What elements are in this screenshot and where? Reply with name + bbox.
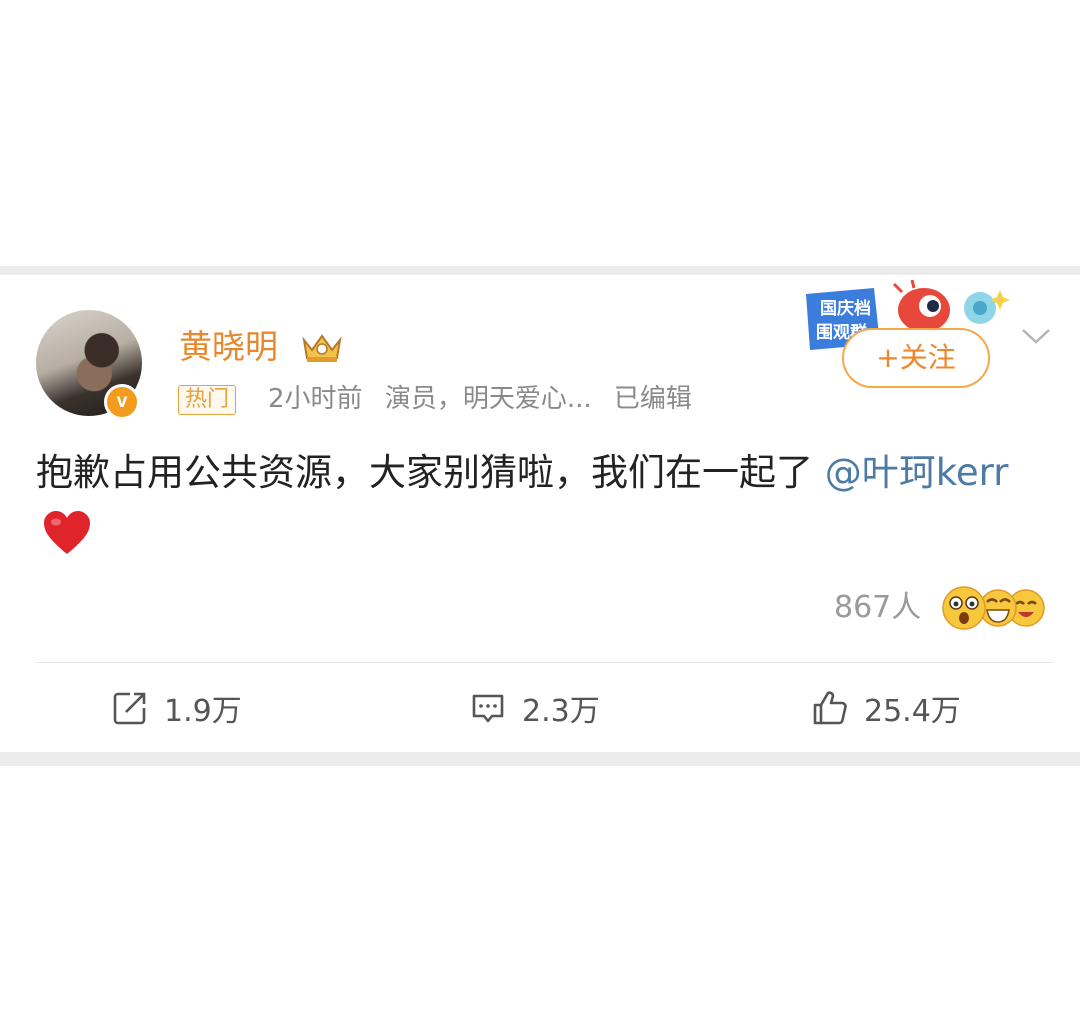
- repost-count: 1.9万: [164, 694, 242, 729]
- like-button[interactable]: 25.4万: [810, 686, 961, 730]
- follow-button[interactable]: +关注: [842, 328, 990, 388]
- hot-tag: 热门: [178, 385, 237, 415]
- reaction-emoji-icons[interactable]: [940, 584, 1052, 632]
- section-gap-top: [0, 266, 1080, 275]
- post-source[interactable]: 演员，明天爱心...: [385, 384, 592, 414]
- repost-button[interactable]: 1.9万: [110, 686, 242, 730]
- thumbs-up-icon: [813, 691, 847, 725]
- post-body: 抱歉占用公共资源，大家别猜啦，我们在一起了 @叶珂kerr: [36, 444, 1046, 560]
- username[interactable]: 黄晓明: [179, 326, 278, 368]
- post-time: 2小时前: [268, 384, 363, 414]
- promo-line-1: 国庆档: [820, 298, 871, 319]
- verified-v-icon: v: [104, 384, 140, 420]
- red-heart-icon: [44, 510, 90, 554]
- vip-crown-icon: [302, 334, 342, 362]
- comment-count: 2.3万: [522, 694, 600, 729]
- like-count: 25.4万: [864, 694, 961, 729]
- post-text: 抱歉占用公共资源，大家别猜啦，我们在一起了: [36, 451, 813, 494]
- comment-button[interactable]: 2.3万: [468, 686, 600, 730]
- post-meta: 2小时前 演员，明天爱心... 已编辑: [268, 381, 706, 417]
- section-gap-bottom: [0, 752, 1080, 766]
- edited-label[interactable]: 已编辑: [614, 384, 692, 414]
- divider: [36, 662, 1054, 663]
- comment-icon: [472, 694, 504, 723]
- reaction-count[interactable]: 867人: [834, 588, 921, 628]
- repost-icon: [113, 692, 146, 725]
- chevron-down-icon[interactable]: [1020, 322, 1052, 350]
- mention-link[interactable]: @叶珂kerr: [825, 451, 1009, 494]
